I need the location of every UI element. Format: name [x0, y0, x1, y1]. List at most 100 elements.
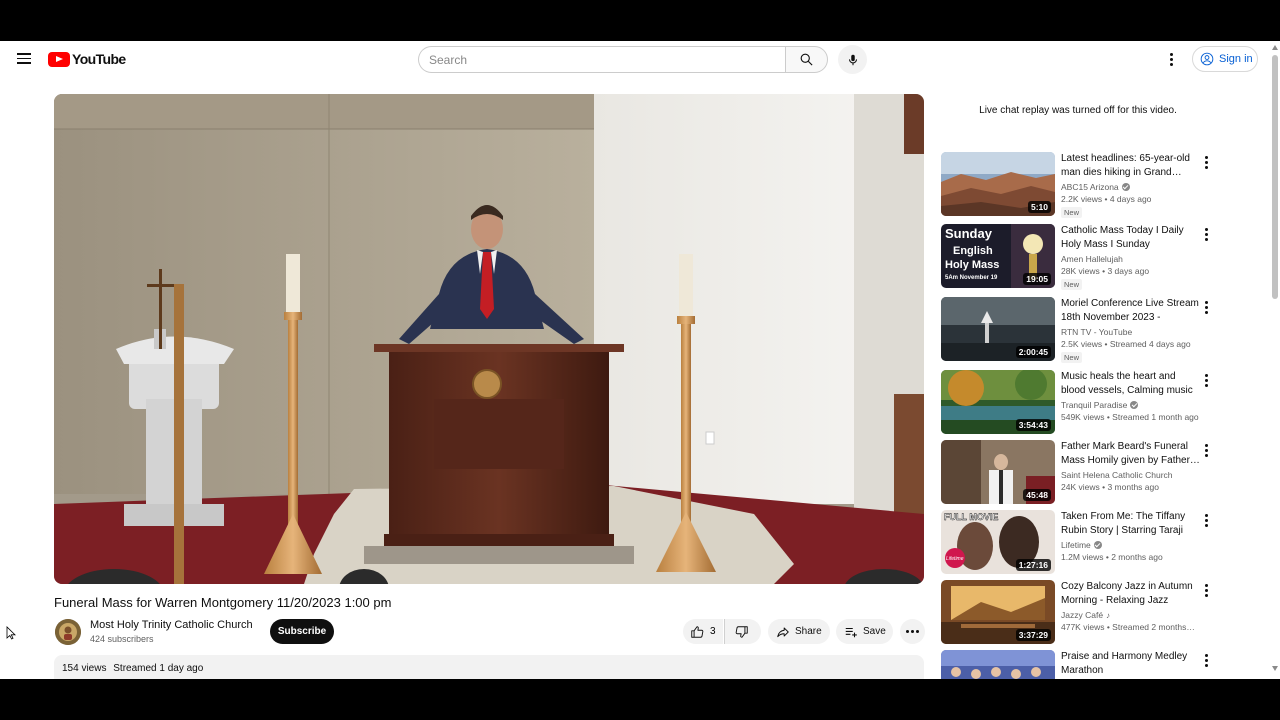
recommended-meta: 549K views • Streamed 1 month ago: [1061, 412, 1199, 422]
recommended-title[interactable]: Moriel Conference Live Stream 18th Novem…: [1061, 297, 1201, 325]
youtube-play-icon: [48, 51, 70, 67]
video-player[interactable]: [54, 94, 924, 584]
video-thumbnail[interactable]: 3:37:29: [941, 580, 1055, 644]
recommended-channel: Tranquil Paradise: [1061, 400, 1139, 410]
share-arrow-icon: [777, 626, 789, 637]
video-frame: [54, 94, 924, 584]
recommended-video[interactable]: 3:54:43 Music heals the heart and blood …: [941, 370, 1211, 436]
recommended-meta: 24K views • 3 months ago: [1061, 482, 1159, 492]
channel-avatar[interactable]: [55, 619, 81, 645]
recommended-title[interactable]: Music heals the heart and blood vessels,…: [1061, 370, 1201, 398]
scroll-down-arrow-icon[interactable]: [1272, 666, 1278, 671]
settings-menu-icon[interactable]: [1161, 49, 1181, 69]
more-actions-icon[interactable]: [900, 619, 925, 644]
mouse-cursor-icon: [6, 626, 16, 640]
recommended-channel: Jazzy Café ♪: [1061, 610, 1111, 620]
voice-search-button[interactable]: [838, 45, 867, 74]
sign-in-label: Sign in: [1219, 53, 1253, 65]
new-badge: New: [1061, 279, 1083, 290]
recommended-video[interactable]: Praise and Harmony Medley Marathon: [941, 650, 1211, 679]
recommended-meta: 2.2K views • 4 days ago: [1061, 194, 1152, 204]
video-duration: 45:48: [1023, 489, 1051, 501]
new-badge: New: [1061, 207, 1083, 218]
video-duration: 2:00:45: [1015, 346, 1051, 358]
share-button[interactable]: Share: [768, 619, 830, 644]
video-thumbnail[interactable]: FULL MOVIE Lifetime 1:27:16: [941, 510, 1055, 574]
recommended-meta: 28K views • 3 days ago: [1061, 266, 1150, 276]
save-button[interactable]: Save: [836, 619, 893, 644]
thumb-text: 5Am November 19: [945, 275, 998, 281]
scrollbar-thumb[interactable]: [1272, 55, 1278, 299]
dislike-button[interactable]: [724, 619, 761, 644]
video-options-icon[interactable]: [1199, 299, 1213, 315]
page-scrollbar[interactable]: [1270, 41, 1280, 679]
chat-replay-notice: Live chat replay was turned off for this…: [979, 105, 1177, 116]
thumb-text: Sunday: [945, 226, 993, 241]
recommended-title[interactable]: Praise and Harmony Medley Marathon: [1061, 650, 1201, 678]
view-count: 154 views: [62, 663, 107, 674]
video-options-icon[interactable]: [1199, 372, 1213, 388]
masthead: YouTube Sign in: [0, 41, 1280, 77]
like-button[interactable]: 3: [683, 619, 723, 644]
recommended-meta: 477K views • Streamed 2 months…: [1061, 622, 1195, 632]
verified-badge-icon: [1121, 183, 1130, 191]
recommended-video[interactable]: Sunday English Holy Mass 5Am November 19…: [941, 224, 1211, 290]
video-thumbnail[interactable]: 3:54:43: [941, 370, 1055, 434]
video-thumbnail[interactable]: [941, 650, 1055, 679]
thumb-text: English: [953, 245, 993, 257]
scroll-up-arrow-icon[interactable]: [1272, 45, 1278, 50]
video-duration: 19:05: [1023, 273, 1051, 285]
recommended-video[interactable]: 2:00:45 Moriel Conference Live Stream 18…: [941, 297, 1211, 363]
thumb-text: Lifetime: [946, 556, 964, 562]
like-count: 3: [710, 626, 716, 637]
save-label: Save: [863, 626, 886, 637]
video-options-icon[interactable]: [1199, 582, 1213, 598]
recommended-channel: ABC15 Arizona: [1061, 182, 1130, 192]
recommended-video[interactable]: 45:48 Father Mark Beard's Funeral Mass H…: [941, 440, 1211, 506]
microphone-icon: [848, 54, 857, 65]
video-thumbnail[interactable]: 45:48: [941, 440, 1055, 504]
recommended-meta: 1.2M views • 2 months ago: [1061, 552, 1163, 562]
recommended-video[interactable]: FULL MOVIE Lifetime 1:27:16 Taken From M…: [941, 510, 1211, 576]
recommended-video[interactable]: 5:10 Latest headlines: 65-year-old man d…: [941, 152, 1211, 218]
account-icon: [1200, 52, 1214, 66]
recommended-title[interactable]: Latest headlines: 65-year-old man dies h…: [1061, 152, 1201, 180]
stream-date: Streamed 1 day ago: [113, 663, 204, 674]
recommended-video[interactable]: 3:37:29 Cozy Balcony Jazz in Autumn Morn…: [941, 580, 1211, 646]
video-options-icon[interactable]: [1199, 154, 1213, 170]
video-options-icon[interactable]: [1199, 512, 1213, 528]
video-thumbnail[interactable]: 2:00:45: [941, 297, 1055, 361]
youtube-logo[interactable]: YouTube: [48, 51, 126, 67]
search-input[interactable]: [418, 46, 785, 73]
video-options-icon[interactable]: [1199, 442, 1213, 458]
sign-in-button[interactable]: Sign in: [1192, 46, 1258, 72]
verified-badge-icon: [1093, 541, 1102, 549]
description-box[interactable]: 154 views Streamed 1 day ago: [54, 655, 924, 679]
recommended-channel: Saint Helena Catholic Church: [1061, 470, 1173, 480]
recommended-channel: Amen Hallelujah: [1061, 254, 1123, 264]
video-title: Funeral Mass for Warren Montgomery 11/20…: [54, 595, 392, 610]
church-logo-icon: [55, 619, 81, 645]
thumb-text: FULL MOVIE: [944, 512, 998, 522]
hamburger-menu-icon[interactable]: [14, 49, 34, 69]
video-options-icon[interactable]: [1199, 652, 1213, 668]
thumbs-up-icon: [691, 625, 704, 638]
recommended-channel: Lifetime: [1061, 540, 1102, 550]
search-button[interactable]: [785, 46, 828, 73]
recommended-title[interactable]: Taken From Me: The Tiffany Rubin Story |…: [1061, 510, 1201, 538]
subscriber-count: 424 subscribers: [90, 634, 154, 644]
video-thumbnail[interactable]: Sunday English Holy Mass 5Am November 19…: [941, 224, 1055, 288]
verified-badge-icon: [1130, 401, 1139, 409]
channel-name[interactable]: Most Holy Trinity Catholic Church: [90, 619, 253, 631]
playlist-add-icon: [845, 627, 857, 637]
music-note-icon: ♪: [1106, 610, 1111, 620]
recommended-title[interactable]: Cozy Balcony Jazz in Autumn Morning - Re…: [1061, 580, 1201, 608]
recommended-title[interactable]: Father Mark Beard's Funeral Mass Homily …: [1061, 440, 1201, 468]
video-thumbnail[interactable]: 5:10: [941, 152, 1055, 216]
video-options-icon[interactable]: [1199, 226, 1213, 242]
video-duration: 1:27:16: [1015, 559, 1051, 571]
video-duration: 3:37:29: [1015, 629, 1051, 641]
subscribe-button[interactable]: Subscribe: [270, 619, 334, 644]
recommended-channel: RTN TV - YouTube: [1061, 327, 1133, 337]
recommended-title[interactable]: Catholic Mass Today I Daily Holy Mass I …: [1061, 224, 1201, 252]
